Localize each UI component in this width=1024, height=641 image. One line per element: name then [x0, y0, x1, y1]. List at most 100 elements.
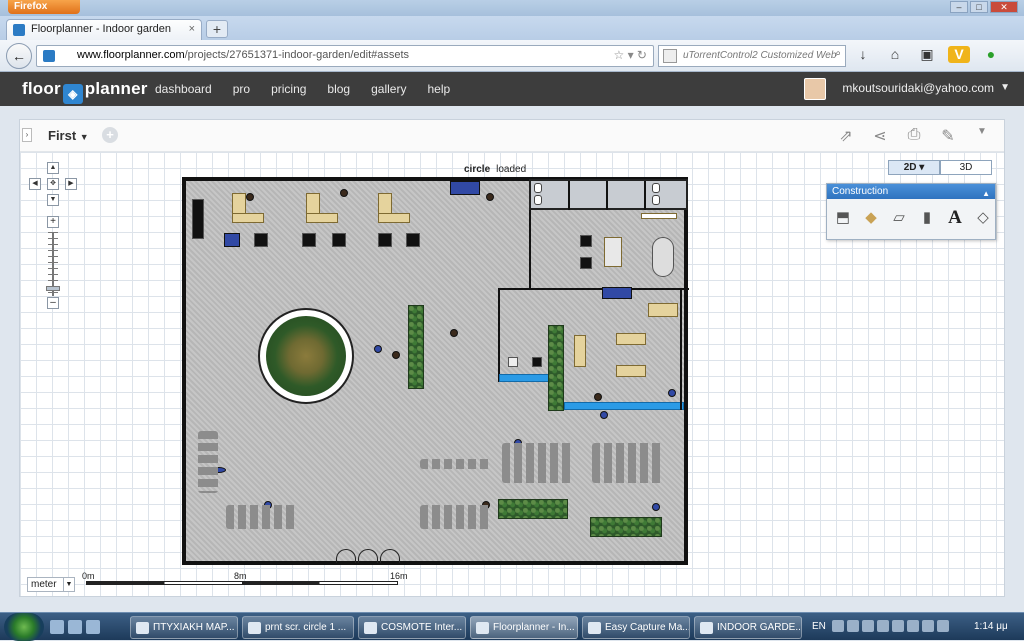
- clock[interactable]: 1:14 μμ: [974, 621, 1008, 632]
- zoom-out-icon[interactable]: –: [47, 297, 59, 309]
- person-figure[interactable]: [486, 193, 494, 201]
- export-icon[interactable]: ⇗: [836, 126, 856, 146]
- seating-row[interactable]: [420, 459, 492, 469]
- pan-center-icon[interactable]: ✥: [47, 178, 59, 190]
- planter-strip[interactable]: [548, 325, 564, 411]
- desk[interactable]: [616, 333, 646, 345]
- glass-partition[interactable]: [564, 402, 684, 410]
- person-figure[interactable]: [340, 189, 348, 197]
- toilet[interactable]: [652, 183, 660, 193]
- person-figure[interactable]: [450, 329, 458, 337]
- explorer-icon[interactable]: [68, 620, 82, 634]
- pan-left-icon[interactable]: ◀: [29, 178, 41, 190]
- browser-tab[interactable]: Floorplanner - Indoor garden ×: [6, 19, 202, 40]
- start-button-icon[interactable]: [4, 613, 44, 641]
- ie-icon[interactable]: [86, 620, 100, 634]
- sofa[interactable]: [450, 181, 480, 195]
- back-arrow-icon[interactable]: ←: [6, 43, 32, 69]
- zoom-in-icon[interactable]: +: [47, 216, 59, 228]
- chair[interactable]: [378, 233, 392, 247]
- home-icon[interactable]: ⌂: [884, 46, 906, 63]
- entrance-door[interactable]: [336, 549, 356, 563]
- user-avatar[interactable]: [804, 78, 826, 100]
- nav-blog[interactable]: blog: [327, 82, 350, 96]
- person-figure[interactable]: [652, 503, 660, 511]
- download-icon[interactable]: ↓: [852, 46, 874, 63]
- chair[interactable]: [532, 357, 542, 367]
- pan-up-icon[interactable]: ▲: [47, 162, 59, 174]
- bookmark-star-icon[interactable]: ☆ ▾ ↻: [613, 48, 647, 62]
- taskbar-item[interactable]: Easy Capture Ma...: [582, 616, 690, 639]
- restroom-block[interactable]: [529, 179, 688, 210]
- more-chevron-icon[interactable]: ▼: [972, 126, 992, 146]
- sync-icon[interactable]: ●: [980, 46, 1002, 63]
- area-tool-icon[interactable]: ◇: [972, 207, 994, 229]
- planter-strip[interactable]: [498, 499, 568, 519]
- surface-tool-icon[interactable]: ◆: [860, 207, 882, 229]
- taskbar-item[interactable]: ΠΤΥΧΙΑΚΗ ΜΑΡ...: [130, 616, 238, 639]
- door-tool-icon[interactable]: ▮: [916, 207, 938, 229]
- desk[interactable]: [306, 213, 338, 223]
- unit-selector[interactable]: meter ▼: [27, 577, 75, 592]
- seating-row[interactable]: [502, 443, 574, 483]
- cabinet[interactable]: [192, 199, 204, 239]
- new-tab-button[interactable]: +: [206, 20, 228, 38]
- circular-planter[interactable]: [258, 308, 354, 404]
- seating-row[interactable]: [226, 505, 298, 529]
- construction-panel-header[interactable]: Construction ▲: [827, 184, 995, 199]
- chair[interactable]: [508, 357, 518, 367]
- desk[interactable]: [378, 213, 410, 223]
- chair[interactable]: [406, 233, 420, 247]
- chair[interactable]: [254, 233, 268, 247]
- room-tool-icon[interactable]: ⬒: [832, 207, 854, 229]
- desk[interactable]: [648, 303, 678, 317]
- minimize-icon[interactable]: –: [950, 1, 968, 13]
- person-figure[interactable]: [594, 393, 602, 401]
- addon-icon[interactable]: ▣: [916, 46, 938, 63]
- search-engine-icon[interactable]: [663, 49, 677, 63]
- tab-close-icon[interactable]: ×: [189, 23, 195, 35]
- chair[interactable]: [580, 235, 592, 247]
- url-bar[interactable]: www.floorplanner.com/projects/27651371-i…: [36, 45, 654, 67]
- pan-down-icon[interactable]: ▼: [47, 194, 59, 206]
- wall-tool-icon[interactable]: ▱: [888, 207, 910, 229]
- tray-icon[interactable]: [892, 620, 904, 632]
- planter-strip[interactable]: [408, 305, 424, 389]
- nav-pricing[interactable]: pricing: [271, 82, 306, 96]
- pan-right-icon[interactable]: ▶: [65, 178, 77, 190]
- search-bar[interactable]: uTorrentControl2 Customized Web ⌕: [658, 45, 846, 67]
- tray-icon[interactable]: [862, 620, 874, 632]
- seating-row[interactable]: [198, 431, 218, 493]
- taskbar-item[interactable]: Floorplanner - In...: [470, 616, 578, 639]
- person-figure[interactable]: [668, 389, 676, 397]
- toilet[interactable]: [534, 183, 542, 193]
- tray-icon[interactable]: [847, 620, 859, 632]
- toilet[interactable]: [652, 195, 660, 205]
- sink-counter[interactable]: [641, 213, 677, 219]
- search-icon[interactable]: ⌕: [835, 48, 841, 59]
- volume-icon[interactable]: [937, 620, 949, 632]
- print-icon[interactable]: ⎙: [904, 126, 924, 146]
- view-3d-button[interactable]: 3D: [940, 160, 992, 175]
- planter-strip[interactable]: [590, 517, 662, 537]
- user-email[interactable]: mkoutsouridaki@yahoo.com: [842, 81, 994, 95]
- entrance-door[interactable]: [358, 549, 378, 563]
- floor-selector[interactable]: First ▼: [48, 128, 89, 143]
- taskbar-item[interactable]: INDOOR GARDE...: [694, 616, 802, 639]
- text-tool-icon[interactable]: A: [944, 207, 966, 229]
- tray-icon[interactable]: [877, 620, 889, 632]
- tray-icon[interactable]: [832, 620, 844, 632]
- tray-icon[interactable]: [907, 620, 919, 632]
- cabinet[interactable]: [604, 237, 622, 267]
- language-indicator[interactable]: EN: [812, 621, 826, 632]
- view-2d-button[interactable]: 2D ▾: [888, 160, 940, 175]
- vuze-icon[interactable]: V: [948, 46, 970, 63]
- seating-row[interactable]: [592, 443, 664, 483]
- collapse-panel-icon[interactable]: ▲: [982, 186, 990, 201]
- desk[interactable]: [616, 365, 646, 377]
- nav-gallery[interactable]: gallery: [371, 82, 406, 96]
- settings-wrench-icon[interactable]: ✎: [938, 126, 958, 146]
- person-figure[interactable]: [374, 345, 382, 353]
- collapse-sidebar-icon[interactable]: ›: [22, 128, 32, 142]
- zoom-slider-handle[interactable]: [46, 286, 60, 291]
